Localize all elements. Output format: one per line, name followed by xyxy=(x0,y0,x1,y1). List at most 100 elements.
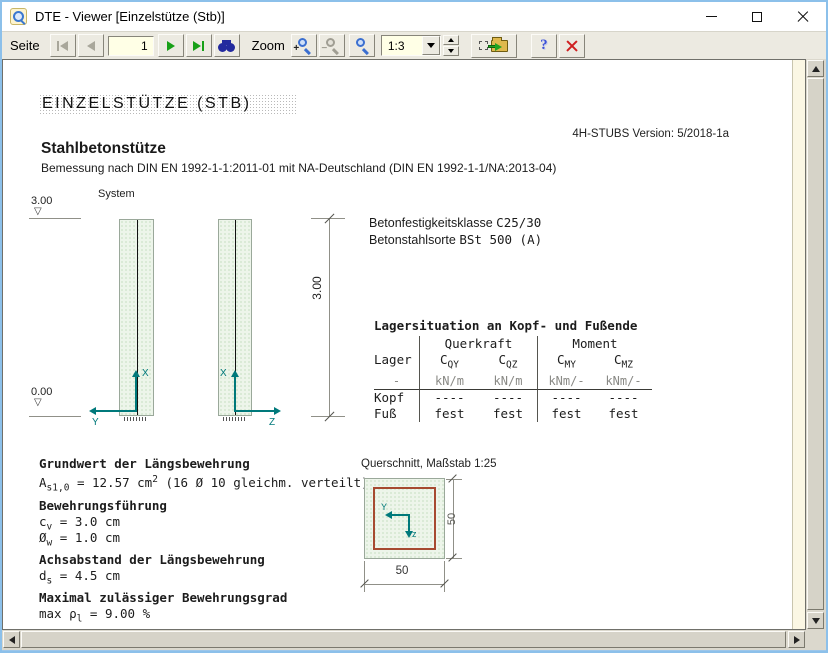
dim-ext-line xyxy=(446,558,462,559)
x-axis-arrow xyxy=(135,376,137,412)
x-axis-label: X xyxy=(220,368,227,379)
export-arrow-icon xyxy=(488,43,502,51)
y-axis-arrowhead-icon xyxy=(89,407,96,415)
reinf-ow-line: Øw = 1.0 cm xyxy=(39,530,120,551)
xsec-y-arrowhead-icon xyxy=(385,511,392,519)
spin-up-icon xyxy=(448,38,454,42)
app-magnifier-icon xyxy=(10,8,27,25)
horizontal-scrollbar[interactable] xyxy=(2,630,806,650)
seite-label: Seite xyxy=(10,38,40,53)
scroll-up-button[interactable] xyxy=(807,60,824,77)
zoom-scale-dropdown-button[interactable] xyxy=(422,36,440,55)
reinf-heading-4: Maximal zulässiger Bewehrungsgrad xyxy=(39,590,287,605)
page-number-input[interactable] xyxy=(108,36,154,56)
titlebar: DTE - Viewer [Einzelstütze (Stb)] xyxy=(2,2,826,31)
prev-page-button[interactable] xyxy=(78,34,104,57)
report-page: EINZELSTÜTZE (STB) 4H-STUBS Version: 5/2… xyxy=(3,60,792,629)
zoom-scale-select[interactable]: 1:3 xyxy=(381,35,441,56)
report-header-title: EINZELSTÜTZE (STB) xyxy=(39,95,251,113)
next-page-button[interactable] xyxy=(158,34,184,57)
group-querkraft: Querkraft xyxy=(420,336,538,352)
y-axis-arrow xyxy=(95,410,136,412)
x-axis-label: X xyxy=(142,368,149,379)
next-page-icon xyxy=(167,41,175,51)
spin-down-icon xyxy=(448,49,454,53)
first-page-icon xyxy=(57,41,59,51)
close-viewer-button[interactable] xyxy=(559,34,585,58)
reinf-heading-1: Grundwert der Längsbewehrung xyxy=(39,456,250,471)
xsec-z-axis xyxy=(408,514,410,532)
concrete-class-value: C25/30 xyxy=(496,215,541,230)
row-label: Kopf xyxy=(374,389,420,406)
zoom-select-button[interactable] xyxy=(349,34,375,57)
horizontal-scroll-thumb[interactable] xyxy=(21,631,786,648)
export-button[interactable] xyxy=(471,34,517,58)
binoculars-icon xyxy=(218,40,235,52)
scroll-left-icon xyxy=(9,636,15,644)
help-icon: ? xyxy=(540,37,548,54)
scroll-down-icon xyxy=(812,618,820,624)
search-button[interactable] xyxy=(214,34,240,57)
cell: fest xyxy=(420,406,479,422)
col-header: CMY xyxy=(538,352,595,374)
xsec-rebar-outline xyxy=(373,487,436,550)
scroll-right-icon xyxy=(794,636,800,644)
scroll-down-button[interactable] xyxy=(807,612,824,629)
x-axis-arrow xyxy=(234,376,236,412)
zoom-out-icon: − xyxy=(323,37,340,54)
document-viewport: EINZELSTÜTZE (STB) 4H-STUBS Version: 5/2… xyxy=(2,59,806,630)
last-page-icon xyxy=(193,41,201,51)
unit-cell: kN/m xyxy=(420,374,479,389)
xsec-drawing: Y z xyxy=(364,478,445,559)
zoom-in-icon: + xyxy=(295,37,312,54)
report-header-band: EINZELSTÜTZE (STB) xyxy=(39,94,297,114)
window-title: DTE - Viewer [Einzelstütze (Stb)] xyxy=(35,9,225,24)
version-text: 4H-STUBS Version: 5/2018-1a xyxy=(501,128,729,140)
vertical-scrollbar[interactable] xyxy=(806,59,826,630)
dim-ext-line xyxy=(446,479,462,480)
last-page-button[interactable] xyxy=(186,34,212,57)
app-window: DTE - Viewer [Einzelstütze (Stb)] Seite … xyxy=(0,0,828,653)
minimize-icon xyxy=(706,16,717,17)
zoom-in-button[interactable]: + xyxy=(291,34,317,57)
maximize-icon xyxy=(752,12,762,22)
scroll-left-button[interactable] xyxy=(3,631,20,648)
row-label: Fuß xyxy=(374,406,420,422)
xsec-dim-height: 50 xyxy=(446,499,460,539)
elevation-top-line xyxy=(29,218,81,219)
group-moment: Moment xyxy=(538,336,652,352)
cell: fest xyxy=(538,406,595,422)
z-axis-label: Z xyxy=(269,417,275,428)
unit-cell: kN/m xyxy=(479,374,538,389)
first-page-button[interactable] xyxy=(50,34,76,57)
col-header: CQZ xyxy=(479,352,538,374)
help-button[interactable]: ? xyxy=(531,34,557,58)
unit-cell: kNm/- xyxy=(538,374,595,389)
minimize-button[interactable] xyxy=(688,2,734,31)
reinf-ds-line: ds = 4.5 cm xyxy=(39,568,120,589)
spin-down-button[interactable] xyxy=(443,46,459,56)
steel-grade-line: Betonstahlsorte BSt 500 (A) xyxy=(369,232,542,247)
zoom-out-button[interactable]: − xyxy=(319,34,345,57)
z-axis-arrowhead-icon xyxy=(274,407,281,415)
col-header: CMZ xyxy=(595,352,652,374)
zoom-select-icon xyxy=(353,37,370,54)
xsec-y-axis xyxy=(390,514,410,516)
zoom-spinner xyxy=(443,35,459,56)
maximize-button[interactable] xyxy=(734,2,780,31)
xsec-dim-line-h xyxy=(364,584,445,585)
prev-page-icon xyxy=(87,41,95,51)
dim-height-value: 3.00 xyxy=(310,268,324,308)
reinf-rho-line: max ρl = 9.00 % xyxy=(39,606,150,627)
xsec-z-label: z xyxy=(412,529,417,539)
elevation-bottom-line xyxy=(29,416,81,417)
vertical-scroll-thumb[interactable] xyxy=(807,78,824,610)
close-button[interactable] xyxy=(780,2,826,31)
support-hatch xyxy=(124,417,148,421)
spin-up-button[interactable] xyxy=(443,35,459,45)
scroll-up-icon xyxy=(812,66,820,72)
zoom-label: Zoom xyxy=(252,38,285,53)
report-title: Stahlbetonstütze xyxy=(41,140,166,158)
unit-cell: kNm/- xyxy=(595,374,652,389)
scroll-right-button[interactable] xyxy=(788,631,805,648)
